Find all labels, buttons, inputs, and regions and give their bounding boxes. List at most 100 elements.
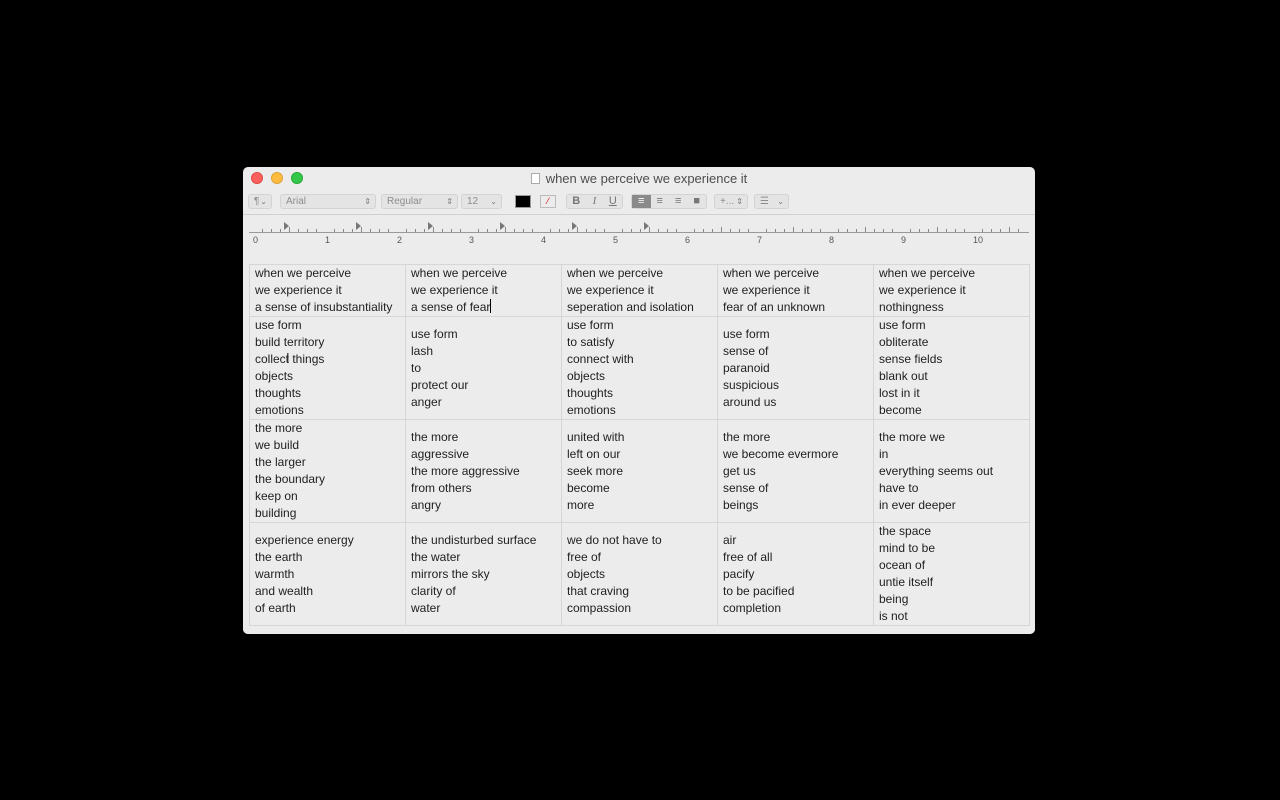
table-cell[interactable]: when we perceive we experience it seperati… — [561, 264, 718, 317]
table-cell[interactable]: use form obliterate sense fields blank out l… — [873, 316, 1030, 420]
table-cell[interactable]: the space mind to be ocean of untie itself b… — [873, 522, 1030, 626]
ruler-tick — [991, 229, 992, 232]
title-bar[interactable]: when we perceive we experience it — [243, 167, 1035, 190]
table-cell[interactable]: use form to satisfy connect with objects tho… — [561, 316, 718, 420]
line-spacing-popup[interactable]: +... ⇕ — [714, 194, 748, 209]
alignment-buttons: ≡ ≡ ≡ ■ — [631, 194, 707, 209]
font-style-label: Regular — [387, 196, 423, 207]
ruler-tick — [649, 227, 650, 232]
table-cell[interactable]: experience energy the earth warmth and weal… — [249, 522, 406, 626]
ruler-tick — [451, 229, 452, 232]
ruler-tick — [721, 227, 722, 232]
bold-button[interactable]: B — [567, 195, 585, 208]
table-cell[interactable]: use form sense of paranoid suspicious around… — [717, 316, 874, 420]
table-cell[interactable]: the more we in everything seems out have to… — [873, 419, 1030, 523]
table-cell[interactable]: use form lash to protect our anger — [405, 316, 562, 420]
ruler-tick — [622, 229, 623, 232]
highlight-color-button[interactable]: ⁄ — [540, 195, 556, 208]
ruler-number: 0 — [253, 235, 259, 245]
font-size-label: 12 — [467, 196, 479, 207]
ruler-tick — [433, 227, 434, 232]
ruler-tick — [406, 229, 407, 232]
cell-text-line: use form — [411, 326, 458, 341]
table-cell[interactable]: use form build territory collect things obj… — [249, 316, 406, 420]
tab-stop-marker[interactable] — [500, 222, 505, 230]
text-color-well[interactable] — [515, 195, 531, 208]
table-cell[interactable]: the more we build the larger the boundary ke… — [249, 419, 406, 523]
ruler-tick — [802, 229, 803, 232]
cell-text-line: the boundary — [255, 472, 326, 486]
ruler-tick — [352, 229, 353, 232]
cell-text-line: experience energy — [255, 532, 354, 547]
font-style-popup[interactable]: Regular ⇕ — [381, 194, 458, 209]
cell-text-line: being — [879, 592, 909, 606]
tab-stop-marker[interactable] — [572, 222, 577, 230]
cell-text-line: become — [567, 480, 610, 495]
justify-button[interactable]: ■ — [688, 195, 707, 208]
tab-stop-marker[interactable] — [284, 222, 289, 230]
ruler-tick — [793, 227, 794, 232]
style-buttons: B I U — [566, 194, 623, 209]
ibeam-cursor-icon: I — [286, 350, 290, 365]
ruler[interactable]: 0 1 2 3 4 5 6 7 8 9 10 — [243, 214, 1035, 247]
cell-text-line: the more — [723, 429, 771, 444]
document-body[interactable]: when we perceive we experience it a sense … — [243, 246, 1035, 634]
table-row: the more we build the larger the boundary ke… — [249, 419, 1030, 523]
table-cell[interactable]: the undisturbed surface the water mirrors … — [405, 522, 562, 626]
tab-stop-marker[interactable] — [644, 222, 649, 230]
table-cell[interactable]: air free of all pacify to be pacified comple… — [717, 522, 874, 626]
ruler-tick — [631, 229, 632, 232]
font-family-popup[interactable]: Arial ⇕ — [280, 194, 376, 209]
cell-text-line: left on our — [567, 446, 621, 461]
align-right-button[interactable]: ≡ — [669, 195, 688, 208]
ruler-tick — [334, 229, 335, 232]
table-cell[interactable]: united with left on our seek more become mor… — [561, 419, 718, 523]
cell-text-line: lost in it — [879, 386, 920, 400]
ruler-baseline — [249, 232, 1029, 233]
chevron-down-icon: ⌄ — [490, 197, 497, 206]
ruler-tick — [289, 227, 290, 232]
cell-text-line: the earth — [255, 549, 303, 564]
cell-text-line: keep on — [255, 489, 298, 503]
cell-text-line: everything seems out — [879, 463, 994, 478]
table-cell[interactable]: we do not have to free of objects that crav… — [561, 522, 718, 626]
table-cell[interactable]: when we perceive we experience it fear of … — [717, 264, 874, 317]
table-cell[interactable]: the more aggressive the more aggressive fro… — [405, 419, 562, 523]
table-cell[interactable]: when we perceive we experience it a sense … — [249, 264, 406, 317]
cell-text-line: the water — [411, 549, 461, 564]
text-table[interactable]: when we perceive we experience it a sense … — [249, 264, 1030, 626]
line-spacing-label: +... — [720, 196, 735, 207]
align-center-button[interactable]: ≡ — [651, 195, 670, 208]
cell-text-line: the space — [879, 524, 932, 538]
ruler-tick — [442, 229, 443, 232]
cell-text-line: we experience it — [567, 283, 654, 297]
table-cell[interactable]: the more we become evermore get us sense of… — [717, 419, 874, 523]
ruler-number: 10 — [973, 235, 984, 245]
align-left-button[interactable]: ≡ — [632, 195, 651, 208]
ruler-tick — [424, 229, 425, 232]
tab-stop-marker[interactable] — [428, 222, 433, 230]
ruler-tick — [1018, 229, 1019, 232]
ruler-tick — [739, 229, 740, 232]
cell-text-line: pacify — [723, 566, 755, 581]
cell-text-line: when we perceive — [567, 266, 664, 280]
table-cell[interactable]: when we perceive we experience it a sense … — [405, 264, 562, 317]
paragraph-style-popup[interactable]: ¶ ⌄ — [248, 194, 272, 209]
ruler-number: 4 — [541, 235, 547, 245]
tab-stop-marker[interactable] — [356, 222, 361, 230]
italic-button[interactable]: I — [585, 195, 603, 208]
ruler-tick — [370, 229, 371, 232]
ruler-tick — [532, 229, 533, 232]
cell-text-line: in ever deeper — [879, 497, 956, 512]
cell-text-line: the undisturbed surface — [411, 532, 537, 547]
underline-button[interactable]: U — [604, 195, 622, 208]
ruler-tick — [379, 229, 380, 232]
ruler-tick — [811, 229, 812, 232]
list-bullets-popup[interactable]: ☰ ⌄ — [754, 194, 789, 209]
font-size-combo[interactable]: 12 ⌄ — [461, 194, 502, 209]
table-cell[interactable]: when we perceive we experience it nothingn… — [873, 264, 1030, 317]
ruler-number: 3 — [469, 235, 475, 245]
ruler-tick — [856, 229, 857, 232]
cell-text-line: seek more — [567, 463, 624, 478]
cell-text-line: lash — [411, 343, 434, 358]
